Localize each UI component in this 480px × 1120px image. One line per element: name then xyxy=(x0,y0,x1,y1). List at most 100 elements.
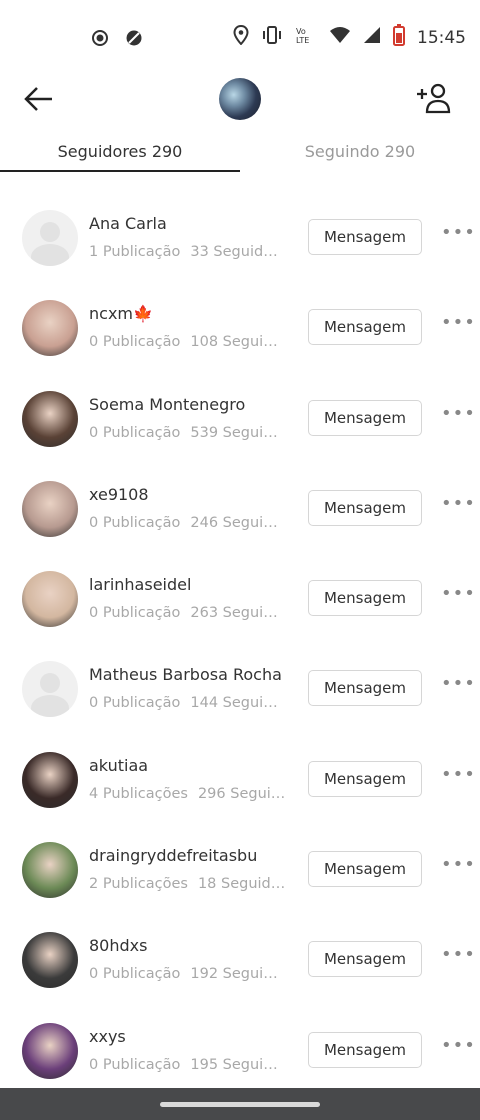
avatar[interactable] xyxy=(22,300,78,357)
add-user-icon xyxy=(417,83,451,114)
publication-count: 4 Publicações xyxy=(89,785,188,802)
avatar[interactable] xyxy=(22,571,78,628)
more-options-icon[interactable]: ••• xyxy=(441,854,476,875)
publication-count: 1 Publicação xyxy=(89,244,181,260)
avatar[interactable] xyxy=(22,842,78,899)
follower-name[interactable]: xxys xyxy=(89,1027,126,1046)
message-button[interactable]: Mensagem xyxy=(308,489,422,526)
message-button[interactable]: Mensagem xyxy=(308,399,422,436)
message-button[interactable]: Mensagem xyxy=(308,851,422,888)
message-button[interactable]: Mensagem xyxy=(308,670,422,707)
more-options-icon[interactable]: ••• xyxy=(441,673,476,694)
follower-meta: 0 Publicação 192 Seguidores xyxy=(89,966,284,982)
follower-name[interactable]: 80hdxs xyxy=(89,936,147,955)
follower-count: 33 Seguidores xyxy=(190,244,285,260)
avatar[interactable] xyxy=(22,661,78,718)
battery-icon xyxy=(393,24,405,52)
avatar[interactable] xyxy=(22,751,78,808)
message-button[interactable]: Mensagem xyxy=(308,580,422,617)
signal-icon xyxy=(363,25,381,51)
status-bar: Vo LTE 15:45 xyxy=(0,0,480,76)
list-item[interactable]: ncxm🍁 0 Publicação 108 Seguidores Mensagem •… xyxy=(0,282,480,372)
publication-count: 0 Publicação xyxy=(89,966,181,983)
follower-name[interactable]: akutiaa xyxy=(89,756,148,775)
follower-meta: 0 Publicação 108 Seguidores xyxy=(89,334,284,350)
list-item[interactable]: 80hdxs 0 Publicação 192 Seguidores Mensagem… xyxy=(0,914,480,1004)
more-options-icon[interactable]: ••• xyxy=(441,222,476,243)
avatar[interactable] xyxy=(22,480,78,537)
publication-count: 0 Publicação xyxy=(89,605,181,622)
volte-icon: Vo LTE xyxy=(295,25,317,51)
system-navigation-bar xyxy=(0,1088,480,1120)
avatar[interactable] xyxy=(22,390,78,447)
follower-meta: 0 Publicação 246 Seguidores xyxy=(89,515,284,531)
follower-count: 539 Seguidores xyxy=(190,424,284,441)
publication-count: 0 Publicação xyxy=(89,514,181,531)
publication-count: 0 Publicação xyxy=(89,1056,181,1073)
svg-text:Vo: Vo xyxy=(296,27,306,36)
follower-name[interactable]: Matheus Barbosa Rocha xyxy=(89,665,282,684)
more-options-icon[interactable]: ••• xyxy=(441,583,476,604)
follower-count: 144 Seguidores xyxy=(190,695,284,712)
list-item[interactable]: xe9108 0 Publicação 246 Seguidores Mensagem… xyxy=(0,463,480,553)
more-options-icon[interactable]: ••• xyxy=(441,1035,476,1056)
profile-avatar[interactable] xyxy=(219,78,261,120)
followers-list: Ana Carla 1 Publicação 33 Seguidores Mensag… xyxy=(0,192,480,1095)
follower-meta: 0 Publicação 263 Seguidores xyxy=(89,605,284,621)
publication-count: 2 Publicações xyxy=(89,876,188,893)
follower-meta: 0 Publicação 195 Seguidores xyxy=(89,1057,284,1073)
message-button[interactable]: Mensagem xyxy=(308,1031,422,1068)
tab-following[interactable]: Seguindo 290 xyxy=(240,138,480,166)
more-options-icon[interactable]: ••• xyxy=(441,493,476,514)
more-options-icon[interactable]: ••• xyxy=(441,944,476,965)
follower-count: 263 Seguidores xyxy=(190,605,284,622)
list-item[interactable]: draingryddefreitasbu 2 Publicações 18 Segu… xyxy=(0,824,480,914)
list-item[interactable]: Matheus Barbosa Rocha 0 Publicação 144 Seg… xyxy=(0,643,480,733)
blocked-icon xyxy=(124,28,144,54)
tab-followers[interactable]: Seguidores 290 xyxy=(0,138,240,166)
record-icon xyxy=(90,28,110,54)
follower-name[interactable]: draingryddefreitasbu xyxy=(89,846,257,865)
back-button[interactable] xyxy=(22,82,56,116)
follower-meta: 4 Publicações 296 Seguidores xyxy=(89,786,292,802)
home-gesture-handle[interactable] xyxy=(160,1102,320,1107)
list-item[interactable]: xxys 0 Publicação 195 Seguidores Mensagem ••… xyxy=(0,1005,480,1095)
svg-text:LTE: LTE xyxy=(296,36,309,45)
more-options-icon[interactable]: ••• xyxy=(441,764,476,785)
follower-count: 195 Seguidores xyxy=(190,1056,284,1073)
tab-bar: Seguidores 290 Seguindo 290 xyxy=(0,138,480,174)
more-options-icon[interactable]: ••• xyxy=(441,312,476,333)
add-user-button[interactable] xyxy=(416,82,452,114)
follower-name[interactable]: ncxm🍁 xyxy=(89,304,153,323)
more-options-icon[interactable]: ••• xyxy=(441,403,476,424)
follower-name[interactable]: xe9108 xyxy=(89,485,149,504)
message-button[interactable]: Mensagem xyxy=(308,760,422,797)
follower-meta: 0 Publicação 539 Seguidores xyxy=(89,425,284,441)
avatar[interactable] xyxy=(22,1022,78,1079)
list-item[interactable]: akutiaa 4 Publicações 296 Seguidores Mensag… xyxy=(0,734,480,824)
follower-meta: 2 Publicações 18 Seguidores xyxy=(89,876,292,892)
publication-count: 0 Publicação xyxy=(89,334,181,351)
clock: 15:45 xyxy=(417,28,466,48)
location-icon xyxy=(233,24,249,51)
publication-count: 0 Publicação xyxy=(89,424,181,441)
follower-count: 246 Seguidores xyxy=(190,514,284,531)
follower-name[interactable]: larinhaseidel xyxy=(89,575,191,594)
list-item[interactable]: Ana Carla 1 Publicação 33 Seguidores Mensag… xyxy=(0,192,480,282)
publication-count: 0 Publicação xyxy=(89,695,181,712)
header xyxy=(0,76,480,122)
follower-count: 192 Seguidores xyxy=(190,966,284,983)
message-button[interactable]: Mensagem xyxy=(308,941,422,978)
message-button[interactable]: Mensagem xyxy=(308,219,422,255)
wifi-icon xyxy=(329,25,351,51)
message-button[interactable]: Mensagem xyxy=(308,309,422,346)
follower-name[interactable]: Soema Montenegro xyxy=(89,395,245,414)
vibrate-icon xyxy=(261,25,283,51)
follower-name[interactable]: Ana Carla xyxy=(89,214,167,233)
avatar[interactable] xyxy=(22,210,78,266)
list-item[interactable]: larinhaseidel 0 Publicação 263 Seguidores M… xyxy=(0,553,480,643)
active-tab-indicator xyxy=(0,170,240,172)
avatar[interactable] xyxy=(22,932,78,989)
follower-count: 18 Seguidores xyxy=(197,876,292,893)
list-item[interactable]: Soema Montenegro 0 Publicação 539 Seguidor… xyxy=(0,373,480,463)
